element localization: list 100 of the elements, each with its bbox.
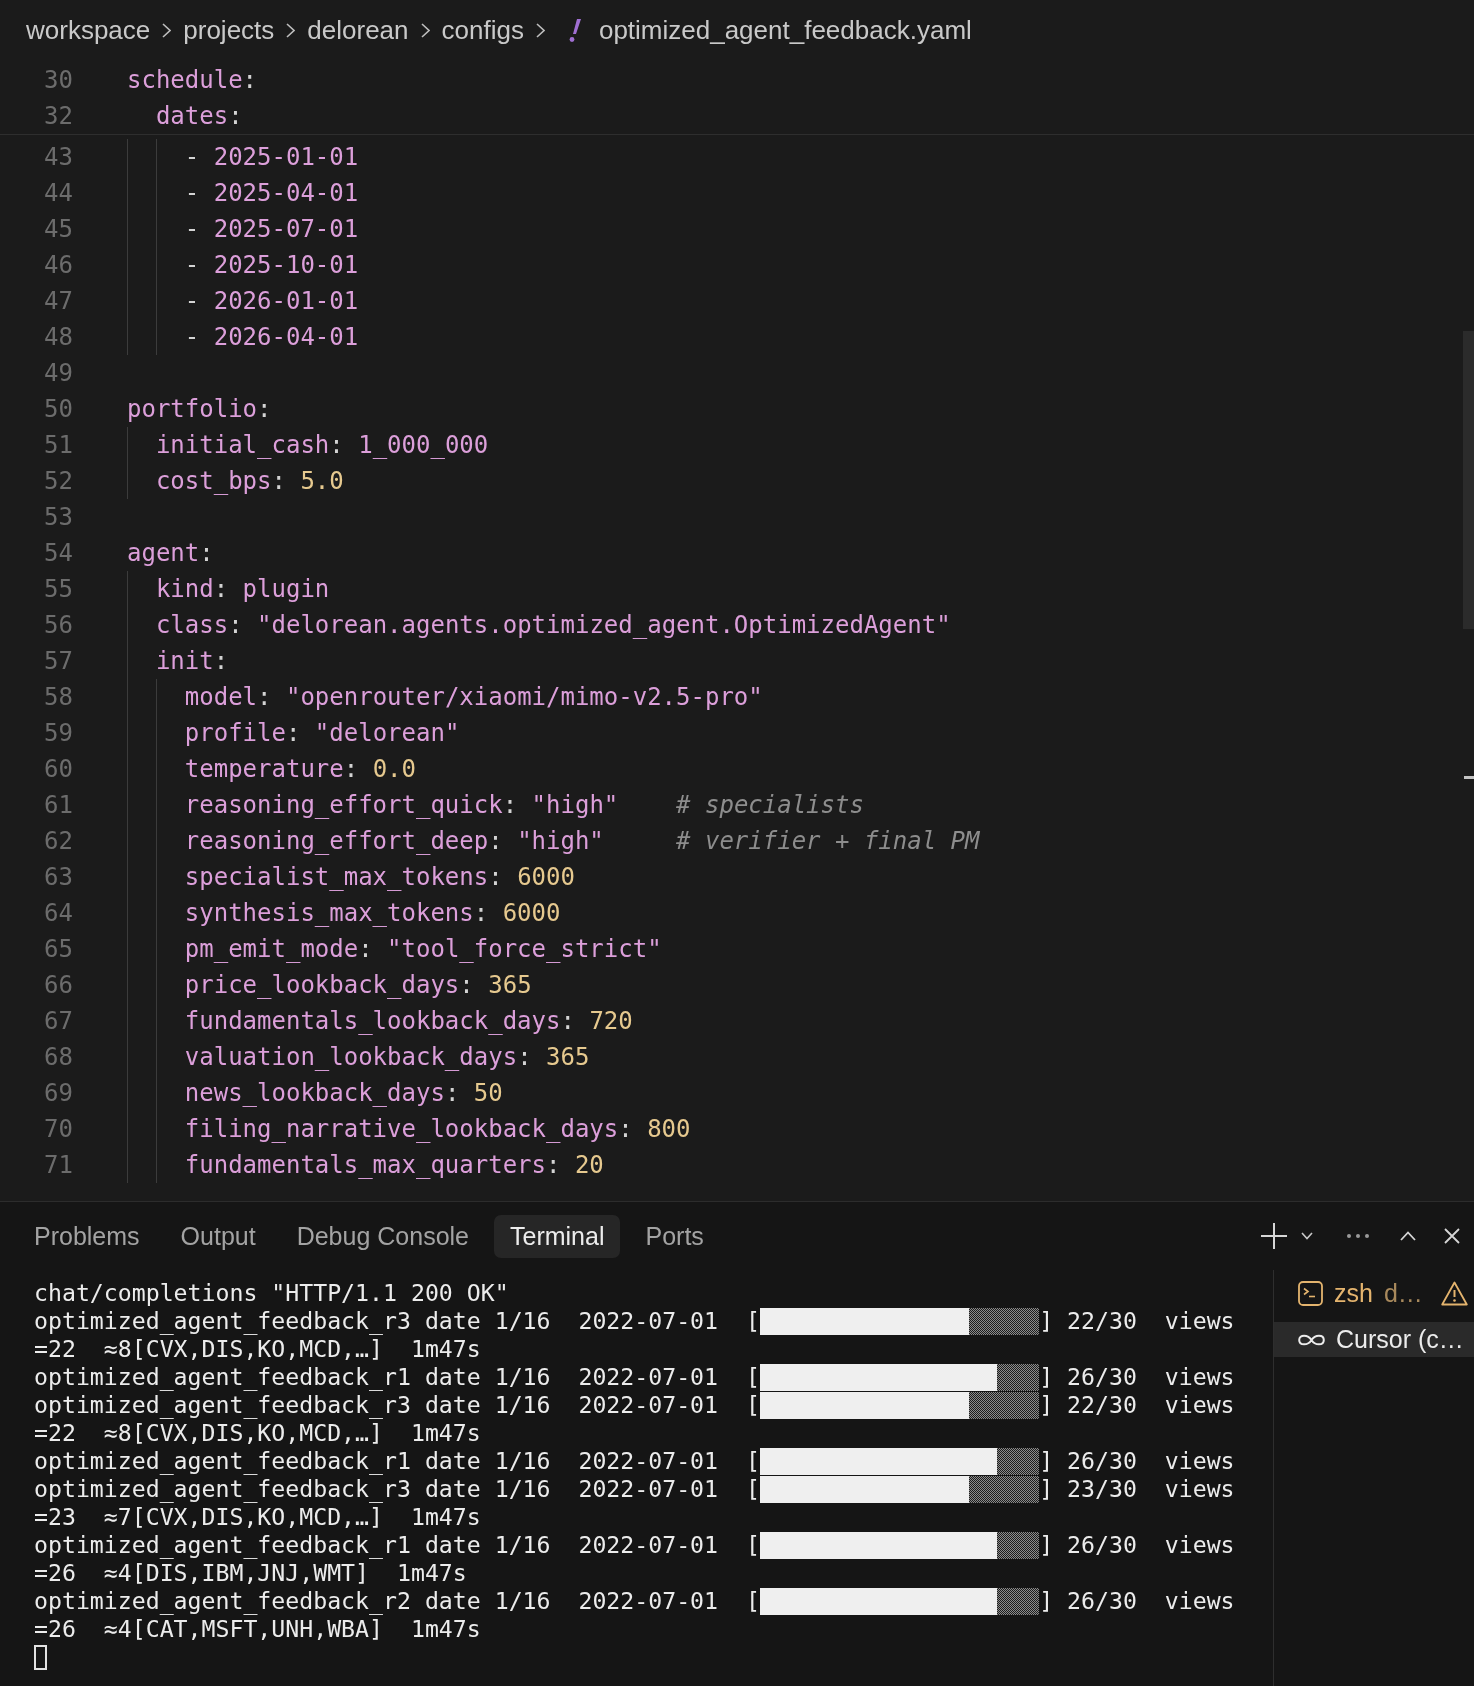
terminal-line: ] 26/30 views xyxy=(1039,1531,1235,1559)
code-line: valuation_lookback_days: 365 xyxy=(184,1042,590,1073)
line-number: 64 xyxy=(43,898,73,929)
breadcrumb-item[interactable]: workspace xyxy=(26,14,151,46)
terminal-icon xyxy=(1298,1281,1323,1306)
line-number: 60 xyxy=(43,754,73,785)
code-line: pm_emit_mode: "tool_force_strict" xyxy=(184,934,662,965)
terminal-line: ] 26/30 views xyxy=(1039,1587,1235,1615)
line-number: 53 xyxy=(43,502,73,533)
plus-icon[interactable] xyxy=(1261,1223,1287,1249)
line-number: 63 xyxy=(43,862,73,893)
code-line: synthesis_max_tokens: 6000 xyxy=(184,898,561,929)
code-line: filing_narrative_lookback_days: 800 xyxy=(184,1114,691,1145)
chevron-right-icon xyxy=(535,22,545,38)
code-line: - 2025-07-01 xyxy=(184,214,359,245)
line-number: 51 xyxy=(43,430,73,461)
line-number: 44 xyxy=(43,178,73,209)
code-line: - 2025-04-01 xyxy=(184,178,359,209)
code-line: reasoning_effort_deep: "high" # verifier + final PM xyxy=(184,826,980,857)
code-line: - 2026-01-01 xyxy=(184,286,359,317)
warning-icon xyxy=(1441,1281,1468,1306)
breadcrumb-item[interactable]: projects xyxy=(183,14,275,46)
panel-tab[interactable]: Debug Console xyxy=(280,1214,485,1258)
chevron-down-icon[interactable] xyxy=(1301,1232,1313,1240)
line-number: 43 xyxy=(43,142,73,173)
breadcrumb-item[interactable]: delorean xyxy=(307,14,409,46)
panel-tab[interactable]: Problems xyxy=(18,1214,156,1258)
code-line: profile: "delorean" xyxy=(184,718,460,749)
line-number: 55 xyxy=(43,574,73,605)
line-number: 46 xyxy=(43,250,73,281)
close-icon[interactable] xyxy=(1444,1228,1460,1244)
ellipsis-icon[interactable] xyxy=(1347,1234,1369,1238)
terminal-line: ] 26/30 views xyxy=(1039,1447,1235,1475)
terminal-line: ] 26/30 views xyxy=(1039,1363,1235,1391)
chevron-right-icon xyxy=(162,22,172,38)
line-number: 68 xyxy=(43,1042,73,1073)
line-number: 49 xyxy=(43,358,73,389)
breadcrumb-item[interactable]: optimized_agent_feedback.yaml xyxy=(568,14,972,46)
line-number: 59 xyxy=(43,718,73,749)
code-line: cost_bps: 5.0 xyxy=(155,466,344,497)
line-number: 45 xyxy=(43,214,73,245)
chevron-up-icon[interactable] xyxy=(1400,1231,1416,1241)
code-line: - 2025-01-01 xyxy=(184,142,359,173)
terminal-line: chat/completions "HTTP/1.1 200 OK" xyxy=(34,1279,509,1307)
code-line: - 2026-04-01 xyxy=(184,322,359,353)
terminal-line: optimized_agent_feedback_r3 date 1/16 2022-07-01 [ xyxy=(34,1391,760,1419)
code-line: dates: xyxy=(155,101,243,132)
terminal-line: =26 ≈4[CAT,MSFT,UNH,WBA] 1m47s xyxy=(34,1615,481,1643)
code-line: class: "delorean.agents.optimized_agent.OptimizedAgent" xyxy=(155,610,951,641)
panel-tab[interactable]: Ports xyxy=(629,1214,720,1258)
code-line: schedule: xyxy=(127,65,258,96)
code-line: init: xyxy=(155,646,229,677)
panel-tab[interactable]: Output xyxy=(164,1214,272,1258)
terminal-list-item[interactable]: Cursor (c… xyxy=(1274,1322,1474,1357)
line-number: 54 xyxy=(43,538,73,569)
terminal-line: optimized_agent_feedback_r2 date 1/16 2022-07-01 [ xyxy=(34,1587,760,1615)
terminal-list-item[interactable]: zsh d… xyxy=(1274,1276,1474,1311)
terminal-line: =22 ≈8[CVX,DIS,KO,MCD,…] 1m47s xyxy=(34,1335,481,1363)
exclamation-icon xyxy=(568,18,581,42)
line-number: 30 xyxy=(43,65,73,96)
line-number: 57 xyxy=(43,646,73,677)
code-line: kind: plugin xyxy=(155,574,330,605)
ruler-mark xyxy=(1464,776,1474,779)
chevron-right-icon xyxy=(286,22,296,38)
line-number: 65 xyxy=(43,934,73,965)
chevron-right-icon xyxy=(420,22,430,38)
terminal-line: optimized_agent_feedback_r1 date 1/16 2022-07-01 [ xyxy=(34,1363,760,1391)
code-line: model: "openrouter/xiaomi/mimo-v2.5-pro" xyxy=(184,682,763,713)
line-number: 47 xyxy=(43,286,73,317)
code-line: portfolio: xyxy=(127,394,272,425)
terminal-line: optimized_agent_feedback_r1 date 1/16 2022-07-01 [ xyxy=(34,1447,760,1475)
line-number: 52 xyxy=(43,466,73,497)
panel-tab[interactable]: Terminal xyxy=(494,1214,621,1258)
code-line: - 2025-10-01 xyxy=(184,250,359,281)
line-number: 62 xyxy=(43,826,73,857)
terminal-line: optimized_agent_feedback_r1 date 1/16 2022-07-01 [ xyxy=(34,1531,760,1559)
terminal-line: ] 22/30 views xyxy=(1039,1307,1235,1335)
terminal-line: =23 ≈7[CVX,DIS,KO,MCD,…] 1m47s xyxy=(34,1503,481,1531)
line-number: 48 xyxy=(43,322,73,353)
terminal-line: optimized_agent_feedback_r3 date 1/16 2022-07-01 [ xyxy=(34,1475,760,1503)
line-number: 69 xyxy=(43,1078,73,1109)
terminal-line: =22 ≈8[CVX,DIS,KO,MCD,…] 1m47s xyxy=(34,1419,481,1447)
code-line: reasoning_effort_quick: "high" # specialists xyxy=(184,790,864,821)
line-number: 58 xyxy=(43,682,73,713)
line-number: 32 xyxy=(43,101,73,132)
code-line: fundamentals_max_quarters: 20 xyxy=(184,1150,604,1181)
line-number: 71 xyxy=(43,1150,73,1181)
line-number: 61 xyxy=(43,790,73,821)
terminal-line: ] 23/30 views xyxy=(1039,1475,1235,1503)
code-line: fundamentals_lookback_days: 720 xyxy=(184,1006,633,1037)
code-line: news_lookback_days: 50 xyxy=(184,1078,503,1109)
line-number: 67 xyxy=(43,1006,73,1037)
code-line: initial_cash: 1_000_000 xyxy=(155,430,489,461)
terminal-line: optimized_agent_feedback_r3 date 1/16 2022-07-01 [ xyxy=(34,1307,760,1335)
line-number: 70 xyxy=(43,1114,73,1145)
code-line: specialist_max_tokens: 6000 xyxy=(184,862,575,893)
line-number: 50 xyxy=(43,394,73,425)
line-number: 56 xyxy=(43,610,73,641)
terminal-line: =26 ≈4[DIS,IBM,JNJ,WMT] 1m47s xyxy=(34,1559,467,1587)
breadcrumb-item[interactable]: configs xyxy=(441,14,524,46)
